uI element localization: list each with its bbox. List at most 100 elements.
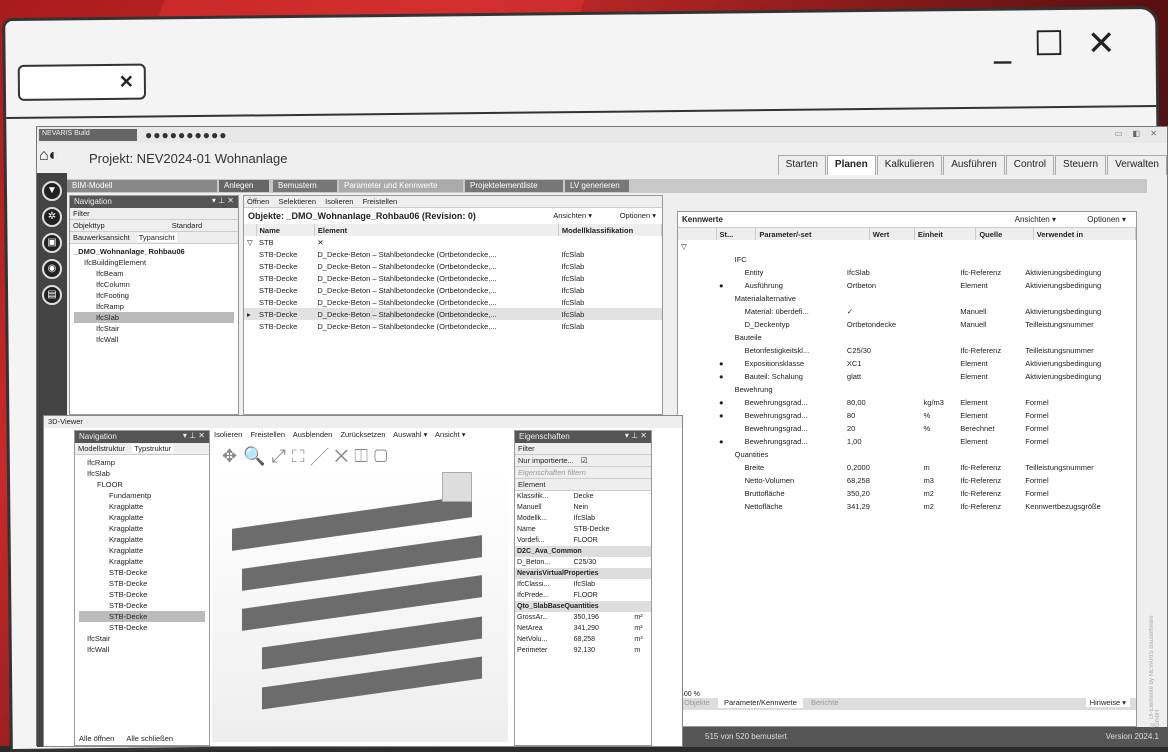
panel-controls[interactable]: ▾ ⊥ ✕ <box>625 431 647 440</box>
objekttyp-row[interactable]: Objekttyp Standard <box>70 220 238 232</box>
alle-oeffnen-button[interactable]: Alle öffnen <box>79 734 114 743</box>
property-row[interactable]: Qto_SlabBaseQuantities <box>515 601 651 612</box>
quick-access-icons[interactable]: ●●●●●●●●●● <box>145 128 227 142</box>
property-row[interactable]: IfcClassi... IfcSlab <box>515 579 651 590</box>
table-row[interactable]: STB-Decke D_Decke-Beton – Stahlbetondecke… <box>244 296 662 308</box>
viewer-tree-item[interactable]: Kragplatte <box>79 556 205 567</box>
tree-item[interactable]: IfcWall <box>74 334 234 345</box>
selektieren-button[interactable]: Selektieren <box>278 197 316 206</box>
document-icon[interactable]: ▣ <box>42 233 62 253</box>
checkbox-checked[interactable]: ☑ <box>581 456 588 465</box>
3d-canvas[interactable] <box>212 472 508 742</box>
standard-value[interactable]: Standard <box>172 221 202 230</box>
home-icon[interactable]: ⌂◐ <box>39 147 58 165</box>
kennwert-row[interactable]: Bruttofläche 350,20 m2 Ifc-Referenz Formel <box>678 487 1136 500</box>
col-einheit[interactable]: Einheit <box>914 228 977 240</box>
table-row[interactable]: STB-Decke D_Decke-Beton – Stahlbetondecke… <box>244 284 662 296</box>
table-row[interactable]: STB-Decke D_Decke-Beton – Stahlbetondecke… <box>244 320 662 332</box>
panel-controls[interactable]: ▾ ⊥ ✕ <box>183 431 205 440</box>
kennwert-row[interactable]: Bauteile <box>678 331 1136 344</box>
stack-icon[interactable]: ▤ <box>42 285 62 305</box>
imported-toggle[interactable]: Nur importierte... ☑ <box>515 455 651 467</box>
col-status[interactable]: St... <box>716 228 757 240</box>
kennwert-row[interactable]: ● Ausführung Ortbeton Element Aktivierungsbe… <box>678 279 1136 292</box>
settings-icon[interactable]: ✲ <box>42 207 62 227</box>
kennwert-row[interactable]: Bewehrung <box>678 383 1136 396</box>
kennwert-row[interactable]: Netto-Volumen 68,258 m3 Ifc-Referenz Formel <box>678 474 1136 487</box>
viewer-tree-item[interactable]: Kragplatte <box>79 523 205 534</box>
col-name[interactable]: Name <box>256 224 315 236</box>
bemustern-button[interactable]: Bemustern <box>273 180 337 192</box>
isolieren-button[interactable]: Isolieren <box>325 197 353 206</box>
tree-item[interactable]: IfcFooting <box>74 290 234 301</box>
bim-model-select[interactable]: BIM-Modell <box>67 180 217 192</box>
viewer-tree-item[interactable]: Kragplatte <box>79 501 205 512</box>
viewer-tree-item[interactable]: IfcRamp <box>79 457 205 468</box>
anlegen-button[interactable]: Anlegen <box>219 180 269 192</box>
property-row[interactable]: GrossAr... 350,196 m² <box>515 612 651 623</box>
col-modellklassifikation[interactable]: Modellklassifikation <box>558 224 663 236</box>
table-row-selected[interactable]: ▸ STB-Decke D_Decke-Beton – Stahlbetondeck… <box>244 308 662 320</box>
property-row[interactable]: Perimeter 92,130 m <box>515 645 651 656</box>
tree-root[interactable]: _DMO_Wohnanlage_Rohbau06 <box>74 246 234 257</box>
property-row[interactable]: Vordefi... FLOOR <box>515 535 651 546</box>
viewer-tree-item[interactable]: STB-Decke <box>79 622 205 633</box>
app-selector[interactable]: NEVARIS Build <box>39 129 137 141</box>
oeffnen-button[interactable]: Öffnen <box>247 197 269 206</box>
kennwert-row[interactable]: ● Bauteil: Schalung glatt Element Aktivierun… <box>678 370 1136 383</box>
properties-search[interactable]: Eigenschaften filtern <box>515 467 651 479</box>
kennwerte-ansichten-menu[interactable]: Ansichten ▾ <box>1015 215 1056 224</box>
parameter-kennwerte-button[interactable]: Parameter und Kennwerte <box>339 180 463 192</box>
kennwert-row[interactable]: IFC <box>678 253 1136 266</box>
viewer-tree-item[interactable]: IfcStair <box>79 633 205 644</box>
tab-control[interactable]: Control <box>1005 155 1055 175</box>
props-filter-tab[interactable]: Filter <box>515 443 651 455</box>
zuruecksetzen-button[interactable]: Zurücksetzen <box>340 430 385 439</box>
tab-typstruktur[interactable]: Typstruktur <box>132 444 174 453</box>
tree-item[interactable]: IfcColumn <box>74 279 234 290</box>
isolieren-button[interactable]: Isolieren <box>214 430 242 439</box>
tab-planen[interactable]: Planen <box>826 155 876 175</box>
tree-item[interactable]: IfcBuildingElement <box>74 257 234 268</box>
table-row[interactable]: STB-Decke D_Decke-Beton – Stahlbetondecke… <box>244 272 662 284</box>
kennwert-row[interactable]: ● Bewehrungsgrad... 1,00 Element Formel <box>678 435 1136 448</box>
viewer-tree-item[interactable]: Kragplatte <box>79 534 205 545</box>
layers-icon[interactable]: ◉ <box>42 259 62 279</box>
kennwert-row[interactable]: Quantities <box>678 448 1136 461</box>
clear-filter-icon[interactable]: ✕ <box>314 236 558 248</box>
tab-modellstruktur[interactable]: Modellstruktur <box>78 444 125 453</box>
auswahl-menu[interactable]: Auswahl ▾ <box>393 430 427 439</box>
tab-kalkulieren[interactable]: Kalkulieren <box>876 155 943 175</box>
property-row[interactable]: Modellk... IfcSlab <box>515 513 651 524</box>
tab-parameter-kennwerte[interactable]: Parameter/Kennwerte <box>717 697 803 708</box>
kennwert-row[interactable]: ● Bewehrungsgrad... 80% Element Formel <box>678 409 1136 422</box>
col-wert[interactable]: Wert <box>869 228 915 240</box>
col-element[interactable]: Element <box>314 224 559 236</box>
tree-item[interactable]: IfcBeam <box>74 268 234 279</box>
ansichten-menu[interactable]: Ansichten ▾ <box>553 211 592 220</box>
property-row[interactable]: Name STB-Decke <box>515 524 651 535</box>
viewer-tree-item[interactable]: IfcSlab <box>79 468 205 479</box>
view-cube[interactable] <box>442 472 472 502</box>
filter-tab[interactable]: Filter <box>70 208 238 220</box>
alle-schliessen-button[interactable]: Alle schließen <box>126 734 173 743</box>
freistellen-button[interactable]: Freistellen <box>363 197 398 206</box>
property-row[interactable]: NetVolu... 68,258 m³ <box>515 634 651 645</box>
tab-objekte[interactable]: Objekte <box>678 697 716 708</box>
kennwert-row[interactable]: ● Expositionsklasse XC1 Element Aktivierungs… <box>678 357 1136 370</box>
browser-tab[interactable]: ✕ <box>17 63 147 101</box>
tab-berichte[interactable]: Berichte <box>805 697 845 708</box>
tab-starten[interactable]: Starten <box>777 155 826 175</box>
tab-ausfuehren[interactable]: Ausführen <box>943 155 1005 175</box>
viewer-tree-item[interactable]: Kragplatte <box>79 545 205 556</box>
viewer-tree-item[interactable]: FLOOR <box>79 479 205 490</box>
viewer-tree-item[interactable]: IfcWall <box>79 644 205 655</box>
kennwerte-optionen-menu[interactable]: Optionen ▾ <box>1087 215 1126 224</box>
kennwert-row[interactable]: Betonfestigkeitskl... C25/30 Ifc-Referenz T… <box>678 344 1136 357</box>
viewer-tree-item[interactable]: Kragplatte <box>79 512 205 523</box>
kennwert-row[interactable]: Materialalternative <box>678 292 1136 305</box>
tab-verwalten[interactable]: Verwalten <box>1107 155 1167 175</box>
optionen-menu[interactable]: Optionen ▾ <box>620 211 656 220</box>
ausblenden-button[interactable]: Ausblenden <box>293 430 333 439</box>
property-row[interactable]: D2C_Ava_Common <box>515 546 651 557</box>
